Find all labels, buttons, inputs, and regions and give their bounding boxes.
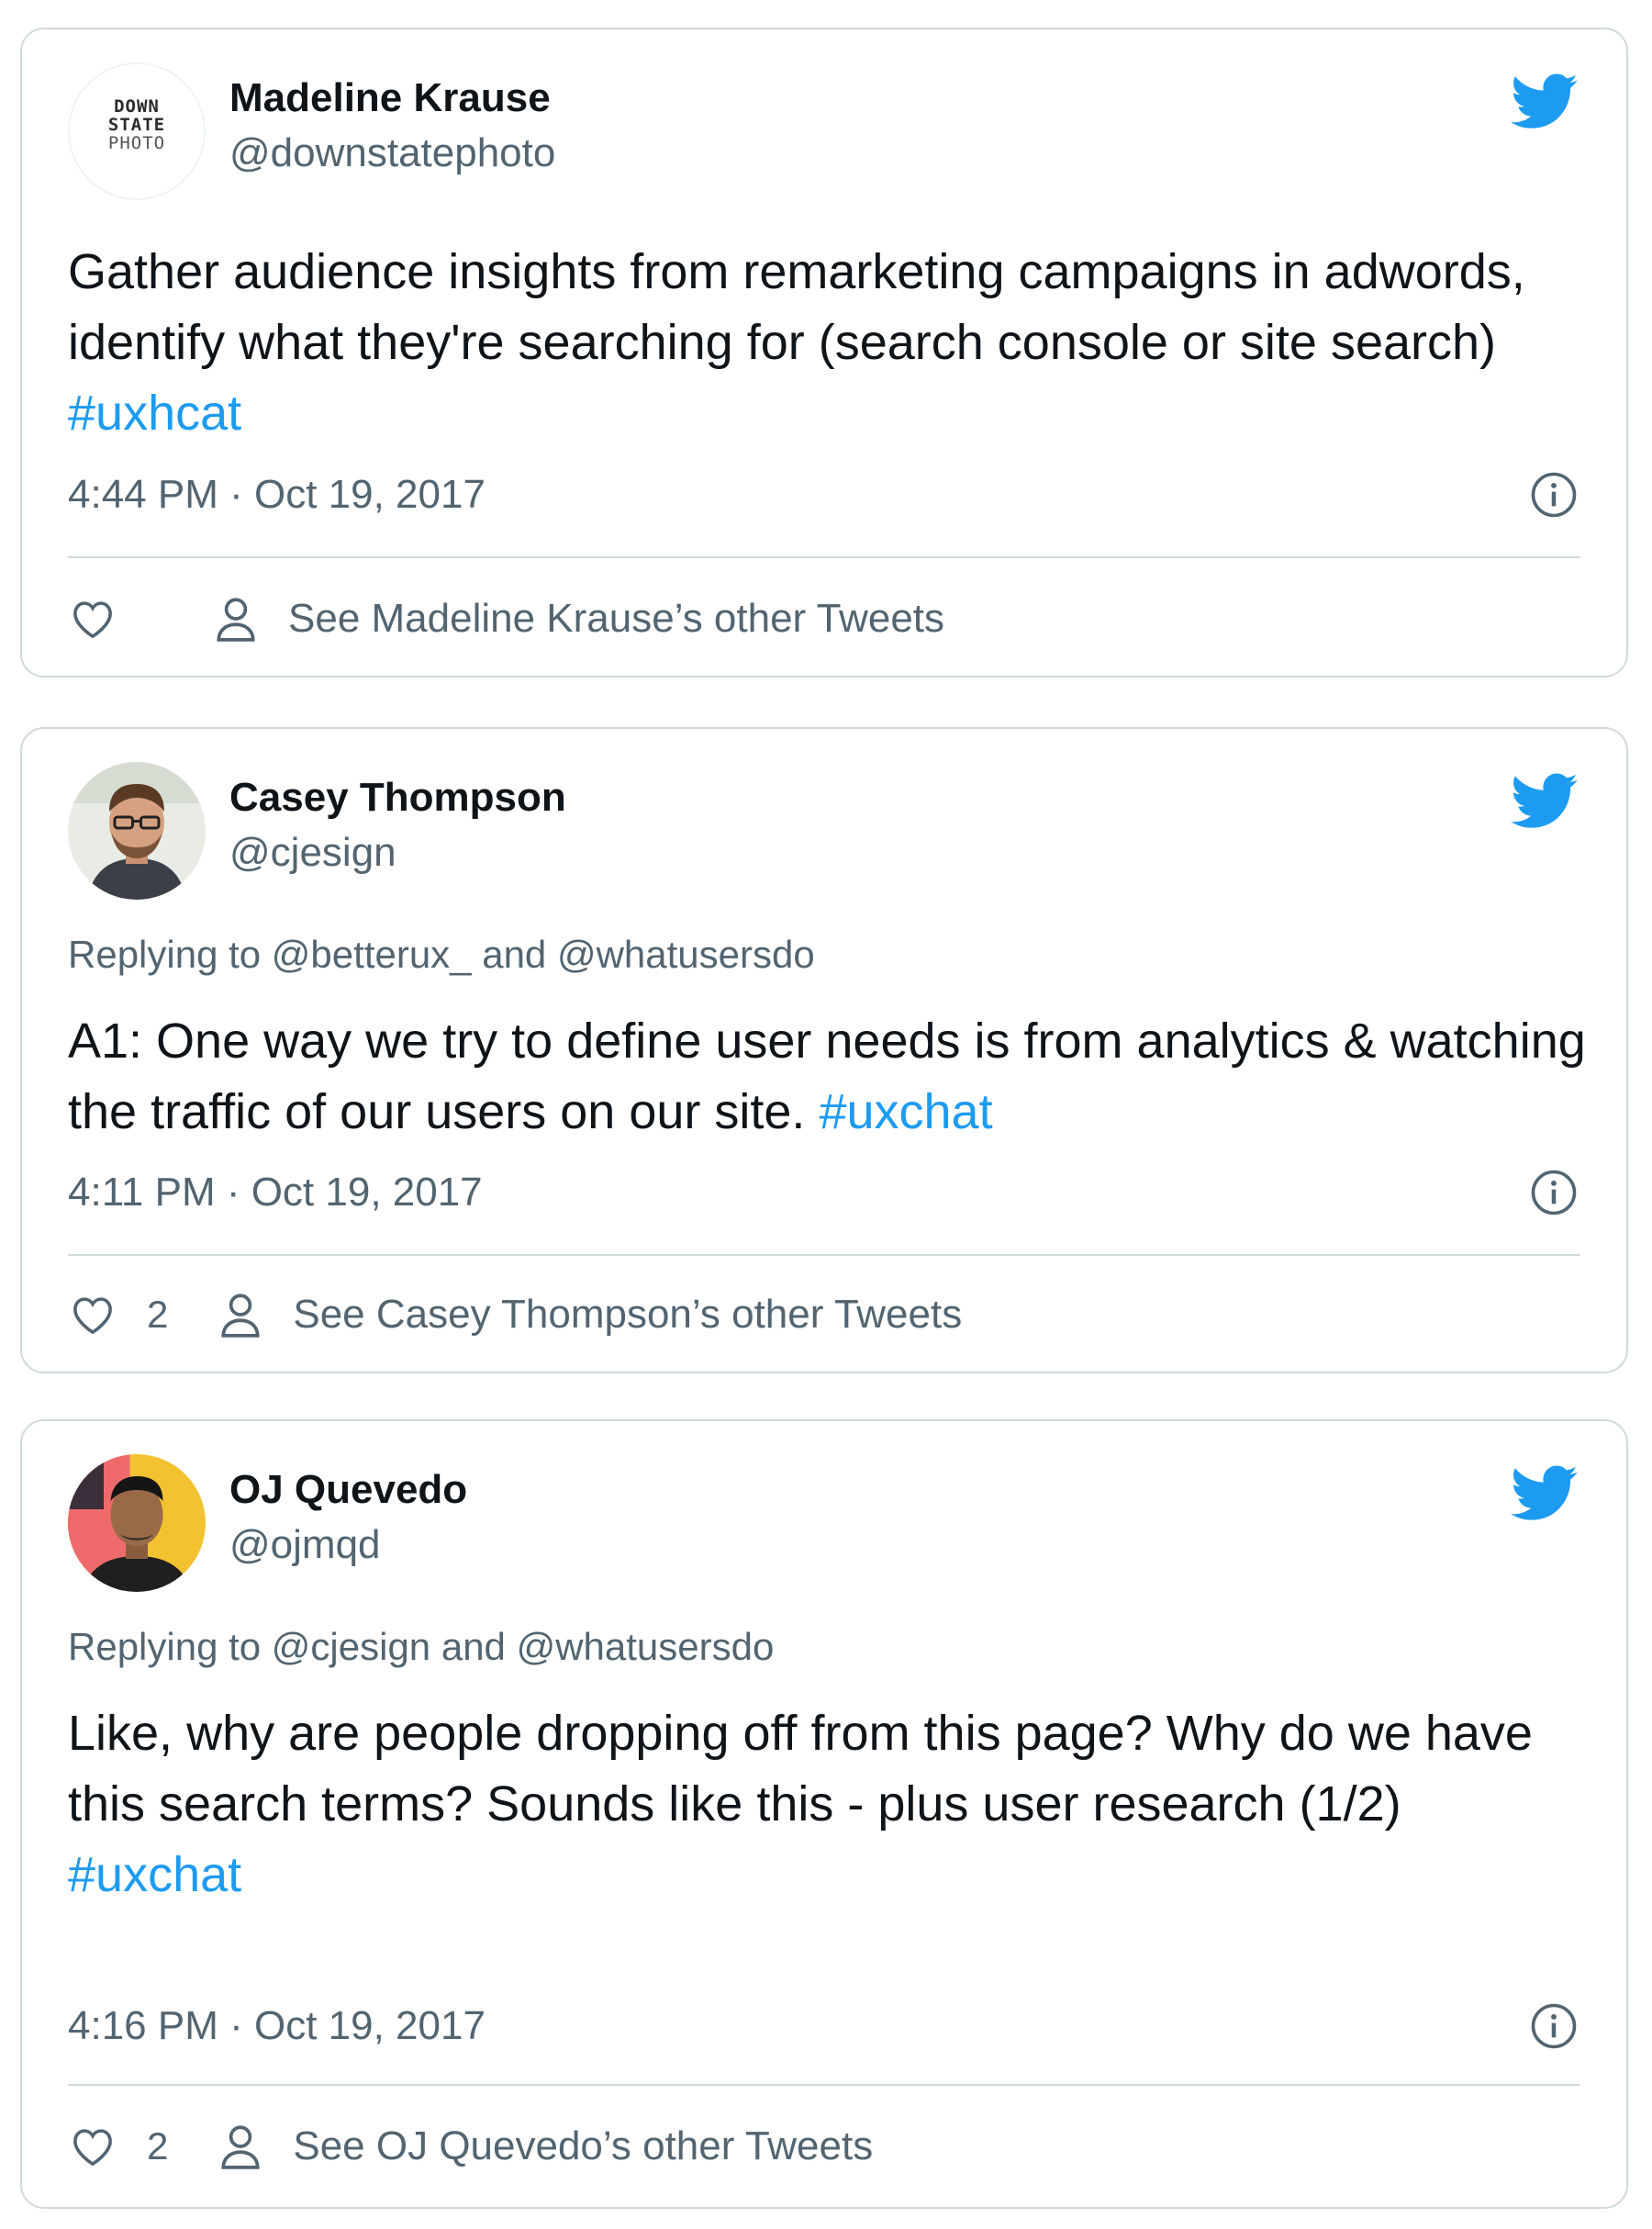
- hashtag-link[interactable]: #uxhcat: [68, 386, 241, 441]
- author-handle[interactable]: @ojmqd: [229, 1522, 381, 1568]
- author-name[interactable]: OJ Quevedo: [229, 1467, 467, 1513]
- other-tweets-link[interactable]: See OJ Quevedo’s other Tweets: [293, 2123, 873, 2169]
- twitter-bird-icon[interactable]: [1511, 1465, 1579, 1522]
- author-name[interactable]: Casey Thompson: [229, 775, 566, 821]
- person-icon: [217, 598, 255, 642]
- divider: [68, 556, 1580, 558]
- like-count: 2: [147, 2124, 169, 2167]
- info-icon[interactable]: [1529, 1168, 1579, 1217]
- tweet-card[interactable]: OJ Quevedo @ojmqd Replying to @cjesign a…: [20, 1419, 1628, 2209]
- twitter-bird-icon[interactable]: [1511, 773, 1579, 830]
- tweet-text: A1: One way we try to define user needs …: [68, 1014, 1586, 1139]
- tweet-text: Like, why are people dropping off from t…: [68, 1706, 1533, 1902]
- hashtag-link[interactable]: #uxchat: [819, 1084, 992, 1139]
- heart-icon[interactable]: [68, 594, 117, 644]
- info-icon[interactable]: [1529, 470, 1579, 520]
- tweet-actions: 2 See Casey Thompson’s other Tweets: [68, 1287, 962, 1342]
- tweet-timestamp[interactable]: 4:44 PM · Oct 19, 2017: [68, 472, 486, 518]
- avatar[interactable]: [68, 1454, 206, 1592]
- author-handle[interactable]: @downstatephoto: [229, 130, 555, 176]
- tweet-text: Gather audience insights from remarketin…: [68, 244, 1525, 441]
- author-name[interactable]: Madeline Krause: [229, 75, 551, 121]
- avatar-photo: [68, 762, 206, 900]
- tweet-actions: See Madeline Krause’s other Tweets: [68, 591, 944, 646]
- heart-icon[interactable]: [68, 1290, 117, 1339]
- tweet-actions: 2 See OJ Quevedo’s other Tweets: [68, 2119, 873, 2174]
- tweet-card[interactable]: Casey Thompson @cjesign Replying to @bet…: [20, 727, 1628, 1373]
- other-tweets-link[interactable]: See Casey Thompson’s other Tweets: [293, 1292, 962, 1338]
- twitter-bird-icon[interactable]: [1511, 73, 1579, 130]
- person-icon: [221, 1294, 260, 1338]
- person-icon: [221, 2125, 260, 2169]
- avatar[interactable]: DOWN STATE PHOTO: [68, 62, 206, 200]
- divider: [68, 2084, 1580, 2086]
- avatar-photo: [68, 1454, 206, 1592]
- divider: [68, 1254, 1580, 1256]
- tweet-timestamp[interactable]: 4:16 PM · Oct 19, 2017: [68, 2003, 486, 2049]
- tweet-card[interactable]: DOWN STATE PHOTO Madeline Krause @downst…: [20, 28, 1628, 678]
- other-tweets-link[interactable]: See Madeline Krause’s other Tweets: [288, 596, 944, 642]
- heart-icon[interactable]: [68, 2122, 117, 2171]
- tweet-timestamp[interactable]: 4:11 PM · Oct 19, 2017: [68, 1170, 483, 1215]
- hashtag-link[interactable]: #uxchat: [68, 1847, 241, 1902]
- author-handle[interactable]: @cjesign: [229, 830, 396, 876]
- replying-to[interactable]: Replying to @cjesign and @whatusersdo: [68, 1625, 774, 1669]
- replying-to[interactable]: Replying to @betterux_ and @whatusersdo: [68, 933, 815, 977]
- info-icon[interactable]: [1529, 2001, 1579, 2051]
- like-count: 2: [147, 1293, 169, 1336]
- avatar[interactable]: [68, 762, 206, 900]
- avatar-logo: DOWN STATE PHOTO: [107, 96, 166, 153]
